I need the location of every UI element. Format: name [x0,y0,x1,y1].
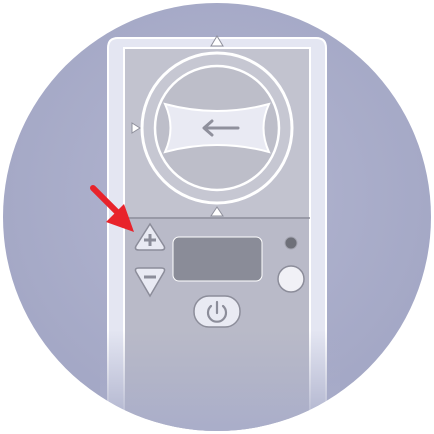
round-button[interactable] [277,265,305,293]
indicator-light [284,236,298,250]
display-screen [172,236,263,282]
power-button[interactable] [193,295,241,328]
bottom-fade [100,330,340,431]
illustration-stage [0,0,434,434]
device-illustration [3,3,431,431]
